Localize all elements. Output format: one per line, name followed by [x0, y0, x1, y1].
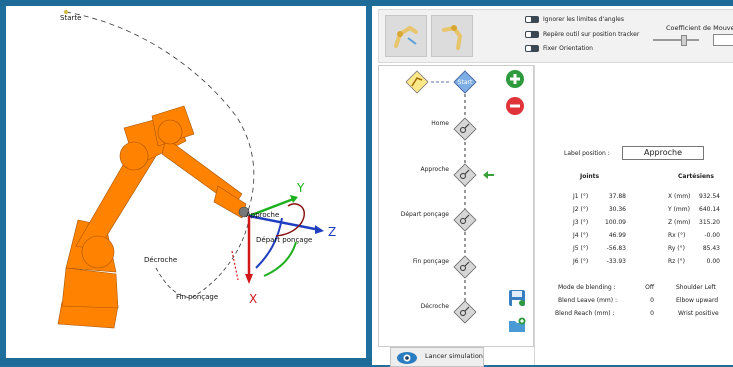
motion-coefficient-label: Coefficient de Mouveme [666, 24, 733, 32]
settings-panel: Ignorer les limites d'angles Repère outi… [378, 9, 733, 63]
z-axis-label: Z [328, 225, 336, 239]
tool-select-button-1[interactable] [385, 15, 427, 57]
config-shoulder: Shoulder Left [676, 284, 716, 291]
tool-frame-tracker-label: Repère outil sur position tracker [543, 31, 640, 38]
blending-mode-label: Mode de blending : [558, 284, 616, 291]
cartesian-name: Y (mm) [668, 206, 690, 213]
joint-value: 30.36 [608, 206, 626, 213]
joint-value: 46.99 [608, 232, 626, 239]
position-details-panel: Label position : Approche Joints Cartési… [536, 65, 733, 365]
plus-circle-icon [506, 70, 524, 88]
starte-label: Starte [60, 14, 81, 22]
tool-frame-tracker-toggle[interactable] [525, 31, 539, 38]
blend-reach-label: Blend Reach (mm) : [555, 310, 615, 317]
blending-mode-value: Off [645, 284, 654, 291]
joint-value: -33.93 [606, 258, 626, 265]
trajectory-path [65, 11, 255, 212]
cartesian-value: 0.00 [706, 258, 720, 265]
joints-header: Joints [580, 173, 600, 180]
tool-select-button-2[interactable] [431, 15, 473, 57]
ignore-limits-label: Ignorer les limites d'angles [543, 16, 624, 23]
fin-poncage-label: Fin ponçage [176, 293, 218, 301]
robot-tool-icon-alt [442, 25, 463, 50]
start-node-label: Start [458, 79, 473, 86]
3d-viewport[interactable]: Starte Approche Départ ponçage Décroche … [6, 6, 366, 358]
eye-icon [397, 352, 417, 364]
label-position-input[interactable]: Approche [622, 146, 704, 160]
joint-value: 37.88 [608, 193, 626, 200]
cartesian-value: 640.14 [699, 206, 720, 213]
open-folder-button[interactable] [507, 315, 527, 335]
fix-orientation-toggle[interactable] [525, 45, 539, 52]
depart-poncage-label: Départ ponçage [256, 236, 312, 244]
robot-arm [57, 105, 250, 329]
joint-name: J1 (°) [573, 193, 589, 200]
timeline-label-depart-poncage: Départ ponçage [400, 211, 449, 218]
timeline-label-home: Home [431, 120, 449, 127]
joint-name: J6 (°) [573, 258, 589, 265]
config-wrist: Wrist positive [678, 310, 719, 317]
cartesian-name: Z (mm) [668, 219, 691, 226]
add-waypoint-button[interactable] [505, 69, 525, 89]
timeline-label-approche: Approche [420, 166, 449, 173]
joint-name: J2 (°) [573, 206, 589, 213]
launch-simulation-label: Lancer simulation [425, 352, 483, 360]
motion-coefficient-slider-track[interactable] [653, 39, 699, 41]
x-axis-label: X [249, 292, 257, 306]
cartesian-name: X (mm) [668, 193, 691, 200]
trajectory-timeline: Start Home Approche Départ ponçage Fin p… [378, 65, 534, 347]
joint-name: J3 (°) [573, 219, 589, 226]
timeline-label-decroche: Décroche [420, 303, 449, 310]
remove-waypoint-button[interactable] [505, 96, 525, 116]
cartesian-header: Cartésiens [678, 173, 714, 180]
cartesian-name: Ry (°) [668, 245, 685, 252]
joint-value: -56.83 [606, 245, 626, 252]
fix-orientation-label: Fixer Orientation [543, 45, 593, 52]
folder-add-icon [509, 317, 526, 332]
robot-scene: Starte Approche Départ ponçage Décroche … [57, 10, 336, 329]
label-position-caption: Label position : [564, 150, 610, 157]
joint-value: 100.09 [605, 219, 626, 226]
cartesian-name: Rx (°) [668, 232, 686, 239]
timeline-label-fin-poncage: Fin ponçage [412, 258, 449, 265]
config-elbow: Elbow upward [676, 297, 719, 304]
motion-coefficient-slider-thumb[interactable] [681, 35, 687, 46]
blend-reach-value: 0 [650, 310, 654, 317]
motion-coefficient-input[interactable] [713, 34, 733, 46]
minus-circle-icon [506, 97, 524, 115]
cartesian-value: -0.00 [704, 232, 720, 239]
cartesian-value: 315.20 [699, 219, 720, 226]
joint-name: J4 (°) [573, 232, 589, 239]
launch-simulation-button[interactable]: Lancer simulation [390, 347, 484, 367]
decroche-label: Décroche [144, 256, 177, 264]
save-icon [509, 290, 525, 306]
approche-label: Approche [246, 211, 279, 219]
ignore-limits-toggle[interactable] [525, 16, 539, 23]
tool-node[interactable] [405, 70, 429, 94]
current-position-arrow [483, 171, 494, 179]
window-bottom-frame [0, 358, 372, 365]
panel-divider [534, 65, 535, 365]
blend-leave-label: Blend Leave (mm) : [558, 297, 618, 304]
cartesian-value: 932.54 [699, 193, 720, 200]
robot-tool-icon [394, 25, 418, 48]
blend-leave-value: 0 [650, 297, 654, 304]
cartesian-name: Rz (°) [668, 258, 685, 265]
cartesian-value: 85.43 [702, 245, 720, 252]
save-trajectory-button[interactable] [507, 288, 527, 308]
joint-name: J5 (°) [573, 245, 589, 252]
y-axis-label: Y [296, 181, 305, 195]
label-position-value: Approche [643, 148, 683, 157]
